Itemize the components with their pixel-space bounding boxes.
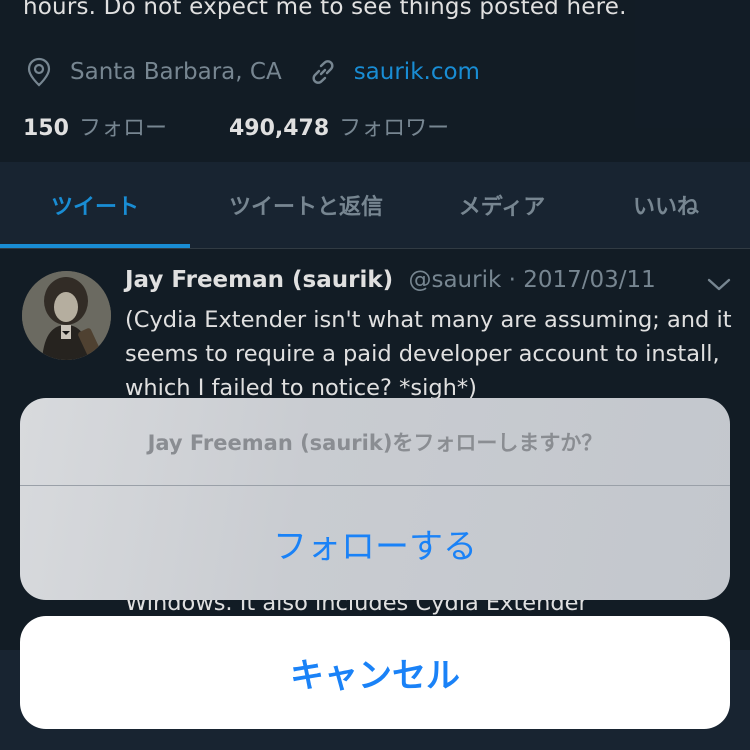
follow-button[interactable]: フォローする bbox=[20, 486, 730, 600]
action-sheet-title: Jay Freeman (saurik)をフォローしますか？ bbox=[147, 430, 603, 455]
action-sheet: Jay Freeman (saurik)をフォローしますか？ フォローする bbox=[20, 398, 730, 600]
cancel-button[interactable]: キャンセル bbox=[20, 616, 730, 729]
